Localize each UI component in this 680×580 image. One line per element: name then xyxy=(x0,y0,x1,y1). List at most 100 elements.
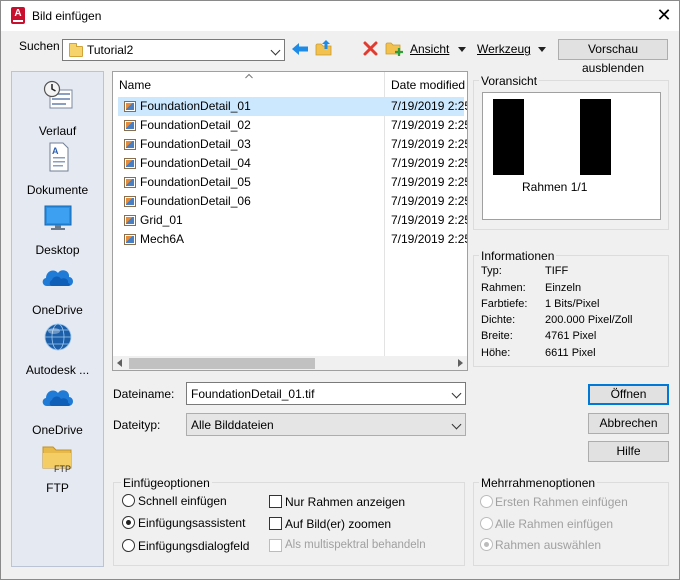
view-dropdown-icon[interactable] xyxy=(458,47,466,52)
info-key: Höhe: xyxy=(481,347,511,359)
column-header-name[interactable]: Name xyxy=(119,72,151,98)
info-value: Einzeln xyxy=(545,282,582,294)
file-name: Grid_01 xyxy=(140,213,183,227)
preview-frame-left-bar xyxy=(493,99,524,175)
image-file-icon xyxy=(124,158,136,169)
tools-dropdown-icon[interactable] xyxy=(538,47,546,52)
hide-preview-button[interactable]: Vorschau ausblenden xyxy=(558,39,668,75)
file-row[interactable]: FoundationDetail_05 7/19/2019 2:25 xyxy=(118,173,467,192)
insert-wizard-radio[interactable] xyxy=(122,516,135,529)
insert-wizard-label[interactable]: Einfügungsassistent xyxy=(138,516,245,530)
info-value: 1 Bits/Pixel xyxy=(545,298,600,310)
window-title: Bild einfügen xyxy=(32,9,102,23)
chevron-down-icon[interactable] xyxy=(451,388,462,399)
info-value: 6611 Pixel xyxy=(545,347,596,359)
view-menu[interactable]: Ansicht xyxy=(410,42,449,56)
place-ftp-label: FTP xyxy=(46,481,69,495)
help-button[interactable]: Hilfe xyxy=(588,441,669,462)
place-documents-label: Dokumente xyxy=(26,183,89,197)
image-file-icon xyxy=(124,215,136,226)
up-folder-icon[interactable] xyxy=(315,39,333,57)
desktop-icon xyxy=(44,205,71,230)
file-list[interactable]: Name Date modified FoundationDetail_01 7… xyxy=(112,71,468,371)
first-frame-radio xyxy=(480,495,493,508)
svg-text:FTP: FTP xyxy=(54,464,71,473)
file-row[interactable]: FoundationDetail_03 7/19/2019 2:25 xyxy=(118,135,467,154)
file-date: 7/19/2019 2:25 xyxy=(391,232,468,246)
scrollbar-thumb[interactable] xyxy=(129,358,315,369)
autodesk-globe-icon xyxy=(44,323,71,351)
file-name: FoundationDetail_04 xyxy=(140,156,251,170)
image-file-icon xyxy=(124,234,136,245)
filetype-value: Alle Bilddateien xyxy=(191,418,274,432)
file-row[interactable]: FoundationDetail_02 7/19/2019 2:25 xyxy=(118,116,467,135)
column-header-date[interactable]: Date modified xyxy=(391,72,465,98)
info-key: Dichte: xyxy=(481,314,516,326)
look-in-combo[interactable]: Tutorial2 xyxy=(62,39,285,61)
place-autodesk[interactable]: Autodesk ... xyxy=(12,321,103,377)
place-documents[interactable]: A Dokumente xyxy=(12,141,103,197)
places-bar: Verlauf A Dokumente Desktop OneDrive Aut… xyxy=(11,71,104,567)
info-key: Rahmen: xyxy=(481,282,526,294)
insert-dialog-radio[interactable] xyxy=(122,539,135,552)
info-value: 200.000 Pixel/Zoll xyxy=(545,314,633,326)
ftp-folder-icon: FTP xyxy=(42,446,71,473)
file-row[interactable]: FoundationDetail_01 7/19/2019 2:25 xyxy=(118,97,467,116)
all-frames-radio xyxy=(480,517,493,530)
autodesk-app-icon: A xyxy=(11,7,25,24)
file-row[interactable]: FoundationDetail_06 7/19/2019 2:25 xyxy=(118,192,467,211)
new-folder-icon[interactable] xyxy=(385,39,405,57)
insert-image-dialog: A Bild einfügen ✕ Suchen in: Tutorial2 A… xyxy=(0,0,680,580)
close-icon[interactable]: ✕ xyxy=(653,3,675,27)
file-row[interactable]: Grid_01 7/19/2019 2:25 xyxy=(118,211,467,230)
horizontal-scrollbar[interactable] xyxy=(113,356,467,370)
place-onedrive-2[interactable]: OneDrive xyxy=(12,381,103,437)
quick-insert-label[interactable]: Schnell einfügen xyxy=(138,494,227,508)
back-arrow-icon[interactable] xyxy=(291,41,309,57)
file-row[interactable]: FoundationDetail_04 7/19/2019 2:25 xyxy=(118,154,467,173)
frame-only-checkbox[interactable] xyxy=(269,495,282,508)
scroll-right-icon[interactable] xyxy=(458,359,463,367)
sort-ascending-icon xyxy=(245,73,253,79)
info-key: Typ: xyxy=(481,265,502,277)
place-ftp[interactable]: FTP FTP xyxy=(12,441,103,495)
insert-dialog-label[interactable]: Einfügungsdialogfeld xyxy=(138,539,249,553)
place-desktop[interactable]: Desktop xyxy=(12,201,103,257)
info-label: Informationen xyxy=(479,249,557,263)
place-onedrive-1[interactable]: OneDrive xyxy=(12,261,103,317)
file-date: 7/19/2019 2:25 xyxy=(391,213,468,227)
zoom-to-image-label[interactable]: Auf Bild(er) zoomen xyxy=(285,517,391,531)
file-date: 7/19/2019 2:25 xyxy=(391,175,468,189)
zoom-to-image-checkbox[interactable] xyxy=(269,517,282,530)
place-desktop-label: Desktop xyxy=(35,243,80,257)
quick-insert-radio[interactable] xyxy=(122,494,135,507)
open-button[interactable]: Öffnen xyxy=(588,384,669,405)
filename-label: Dateiname: xyxy=(113,387,175,401)
tools-menu[interactable]: Werkzeug xyxy=(477,42,531,56)
multispectral-checkbox xyxy=(269,539,282,552)
chevron-down-icon xyxy=(270,45,281,56)
select-frame-label: Rahmen auswählen xyxy=(495,538,602,552)
filename-input[interactable]: FoundationDetail_01.tif xyxy=(186,382,466,405)
delete-icon[interactable] xyxy=(363,41,378,56)
file-name: Mech6A xyxy=(140,232,185,246)
place-onedrive-1-label: OneDrive xyxy=(32,303,83,317)
frame-only-label[interactable]: Nur Rahmen anzeigen xyxy=(285,495,405,509)
cancel-button[interactable]: Abbrechen xyxy=(588,413,669,434)
place-history-label: Verlauf xyxy=(38,124,77,138)
image-file-icon xyxy=(124,177,136,188)
filetype-select[interactable]: Alle Bilddateien xyxy=(186,413,466,436)
place-history[interactable]: Verlauf xyxy=(12,80,103,138)
filename-value: FoundationDetail_01.tif xyxy=(191,387,315,401)
file-name: FoundationDetail_06 xyxy=(140,194,251,208)
preview-pane: Rahmen 1/1 xyxy=(482,92,661,220)
file-row[interactable]: Mech6A 7/19/2019 2:25 xyxy=(118,230,467,249)
file-date: 7/19/2019 2:25 xyxy=(391,194,468,208)
look-in-value: Tutorial2 xyxy=(87,43,134,57)
file-date: 7/19/2019 2:25 xyxy=(391,118,468,132)
scroll-left-icon[interactable] xyxy=(117,359,122,367)
folder-icon xyxy=(69,43,83,57)
file-date: 7/19/2019 2:25 xyxy=(391,156,468,170)
insert-options-label: Einfügeoptionen xyxy=(121,476,212,490)
image-file-icon xyxy=(124,101,136,112)
